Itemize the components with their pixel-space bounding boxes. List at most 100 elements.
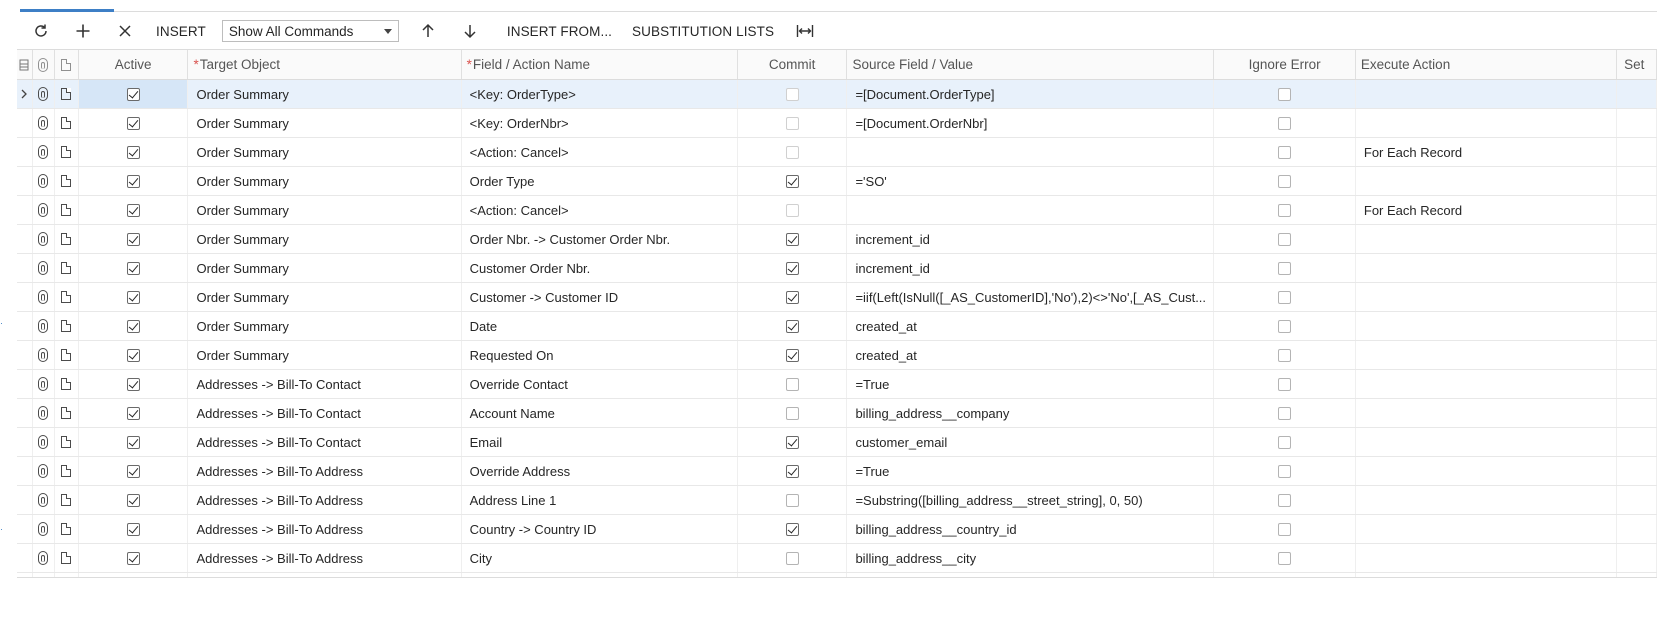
ignore-error-checkbox[interactable] — [1278, 435, 1292, 449]
target-object-cell[interactable]: Order Summary — [188, 167, 462, 195]
active-cell[interactable] — [78, 80, 189, 108]
set-cell[interactable] — [1617, 312, 1657, 340]
ignore-error-checkbox[interactable] — [1278, 522, 1292, 536]
target-object-cell[interactable]: Addresses -> Bill-To Address — [188, 486, 462, 514]
target-object-cell[interactable]: Addresses -> Bill-To Address — [188, 515, 462, 543]
table-row[interactable]: Order Summary Requested On created_at — [17, 341, 1657, 370]
source-field-cell[interactable] — [847, 196, 1215, 224]
commit-cell[interactable] — [738, 109, 848, 137]
source-field-cell[interactable] — [847, 138, 1215, 166]
commit-checkbox[interactable] — [785, 290, 799, 304]
row-selector[interactable] — [17, 486, 33, 514]
table-row[interactable]: Order Summary Order Type ='SO' — [17, 167, 1657, 196]
commit-cell[interactable] — [738, 486, 848, 514]
substitution-lists-button[interactable]: SUBSTITUTION LISTS — [622, 16, 784, 46]
column-header-commit[interactable]: Commit — [738, 50, 848, 79]
row-selector[interactable] — [17, 341, 33, 369]
execute-action-cell[interactable] — [1356, 109, 1618, 137]
row-notes[interactable] — [55, 138, 79, 166]
commit-cell[interactable] — [738, 399, 848, 427]
target-object-cell[interactable]: Order Summary — [188, 80, 462, 108]
source-field-cell[interactable]: customer_email — [847, 428, 1215, 456]
row-selector[interactable] — [17, 167, 33, 195]
ignore-error-checkbox[interactable] — [1278, 377, 1292, 391]
row-notes[interactable] — [55, 457, 79, 485]
move-down-button[interactable] — [449, 16, 491, 46]
row-attachments[interactable] — [33, 167, 55, 195]
ignore-error-cell[interactable] — [1214, 109, 1356, 137]
row-selector[interactable] — [17, 283, 33, 311]
set-cell[interactable] — [1617, 544, 1657, 572]
active-checkbox[interactable] — [126, 290, 140, 304]
source-field-cell[interactable]: =[Document.OrderNbr] — [847, 109, 1215, 137]
commit-checkbox[interactable] — [785, 377, 799, 391]
table-row[interactable]: Addresses -> Bill-To Address City billing_… — [17, 544, 1657, 573]
row-attachments[interactable] — [33, 109, 55, 137]
set-cell[interactable] — [1617, 138, 1657, 166]
row-notes[interactable] — [55, 544, 79, 572]
table-row[interactable]: Order Summary Order Nbr. -> Customer Orde… — [17, 225, 1657, 254]
column-header-source-field[interactable]: Source Field / Value — [847, 50, 1215, 79]
source-field-cell[interactable]: billing_address__company — [847, 399, 1215, 427]
table-row[interactable]: Order Summary Date created_at — [17, 312, 1657, 341]
row-notes[interactable] — [55, 283, 79, 311]
source-field-cell[interactable]: billing_address__city — [847, 544, 1215, 572]
row-attachments[interactable] — [33, 486, 55, 514]
column-header-execute-action[interactable]: Execute Action — [1356, 50, 1618, 79]
row-notes[interactable] — [55, 167, 79, 195]
source-field-cell[interactable]: increment_id — [847, 225, 1215, 253]
commit-checkbox[interactable] — [785, 232, 799, 246]
table-row[interactable]: Addresses -> Bill-To Contact Account Name… — [17, 399, 1657, 428]
ignore-error-checkbox[interactable] — [1278, 87, 1292, 101]
command-filter-select[interactable]: Show All Commands — [221, 20, 399, 42]
commit-checkbox[interactable] — [785, 87, 799, 101]
row-attachments[interactable] — [33, 138, 55, 166]
active-cell[interactable] — [79, 254, 189, 282]
commit-checkbox[interactable] — [785, 464, 799, 478]
commit-cell[interactable] — [738, 80, 848, 108]
row-attachments[interactable] — [33, 341, 55, 369]
active-checkbox[interactable] — [126, 261, 140, 275]
ignore-error-checkbox[interactable] — [1278, 261, 1292, 275]
row-attachments[interactable] — [33, 457, 55, 485]
field-action-cell[interactable]: Override Contact — [462, 370, 738, 398]
table-row[interactable]: Order Summary Customer -> Customer ID =iif… — [17, 283, 1657, 312]
ignore-error-cell[interactable] — [1214, 312, 1356, 340]
row-notes[interactable] — [55, 428, 79, 456]
field-action-cell[interactable]: Date — [462, 312, 738, 340]
target-object-cell[interactable]: Order Summary — [188, 109, 462, 137]
row-selector[interactable] — [17, 138, 33, 166]
target-object-cell[interactable]: Addresses -> Bill-To Contact — [188, 370, 462, 398]
table-row[interactable]: Order Summary Customer Order Nbr. incremen… — [17, 254, 1657, 283]
set-cell[interactable] — [1617, 196, 1657, 224]
execute-action-cell[interactable]: For Each Record — [1356, 138, 1618, 166]
field-action-cell[interactable]: Override Address — [462, 457, 738, 485]
row-attachments[interactable] — [33, 225, 55, 253]
active-cell[interactable] — [79, 486, 189, 514]
field-action-cell[interactable]: Country -> Country ID — [462, 515, 738, 543]
table-row[interactable]: Order Summary <Key: OrderNbr> =[Document.O… — [17, 109, 1657, 138]
row-notes[interactable] — [55, 196, 79, 224]
execute-action-cell[interactable] — [1356, 225, 1618, 253]
set-cell[interactable] — [1617, 399, 1657, 427]
add-row-button[interactable] — [62, 16, 104, 46]
commit-checkbox[interactable] — [785, 319, 799, 333]
active-checkbox[interactable] — [126, 232, 140, 246]
row-attachments[interactable] — [33, 515, 55, 543]
target-object-cell[interactable]: Addresses -> Bill-To Contact — [188, 399, 462, 427]
ignore-error-cell[interactable] — [1214, 428, 1356, 456]
commit-cell[interactable] — [738, 196, 848, 224]
execute-action-cell[interactable] — [1356, 312, 1618, 340]
active-cell[interactable] — [79, 196, 189, 224]
column-header-set[interactable]: Set — [1617, 50, 1657, 79]
commit-cell[interactable] — [738, 515, 848, 543]
row-notes[interactable] — [55, 225, 79, 253]
active-cell[interactable] — [79, 370, 189, 398]
set-cell[interactable] — [1617, 486, 1657, 514]
active-cell[interactable] — [79, 341, 189, 369]
fit-columns-button[interactable] — [784, 16, 826, 46]
set-cell[interactable] — [1617, 167, 1657, 195]
commit-cell[interactable] — [738, 283, 848, 311]
active-checkbox[interactable] — [126, 116, 140, 130]
row-selector[interactable] — [17, 544, 33, 572]
